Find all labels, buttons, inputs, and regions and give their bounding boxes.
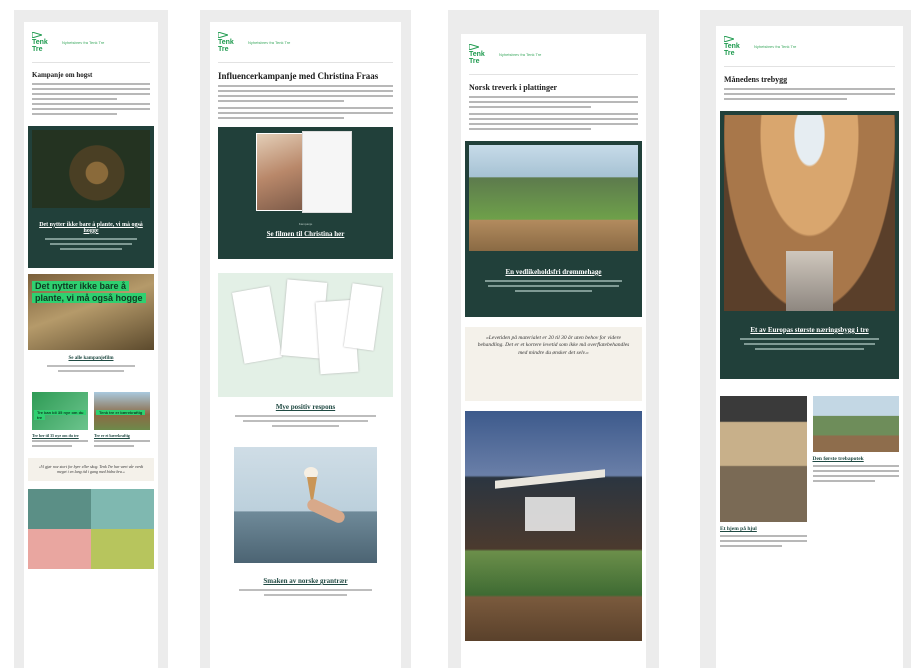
video-link[interactable]: Se filmen til Christina her — [218, 230, 393, 238]
product-link[interactable]: Smaken av norske grantrær — [210, 577, 401, 585]
newsletter-column-4: Tenk Tre Nyhetsbrev fra Tenk Tre Måneden… — [700, 10, 911, 668]
product-cabinet — [91, 528, 154, 569]
product-house — [91, 488, 154, 529]
hero-forest-image — [32, 129, 150, 208]
section-label — [724, 104, 895, 107]
video-thumbnail — [250, 129, 362, 217]
link-block: Se alle kampanjefilm — [24, 350, 158, 381]
item-left-image: Tre kan bli 35 nye om du tre — [32, 391, 88, 430]
video-label: Kampanje — [298, 222, 313, 227]
newsletter-title: Norsk treverk i plattinger — [469, 82, 558, 92]
newsletter-card-3: Tenk Tre Nyhetsbrev fra Tenk Tre Norsk t… — [461, 34, 646, 668]
logo-arrow-icon — [32, 32, 42, 38]
campaign-poster: Det nytter ikke bare å plante, vi må ogs… — [28, 273, 154, 350]
brand-logo: Tenk Tre — [469, 44, 491, 66]
quote-block: «Vi gjør noe stort for byer eller skog. … — [28, 457, 154, 481]
newsletter-card-1: Tenk Tre Nyhetsbrev fra Tenk Tre Kampanj… — [24, 22, 158, 668]
item-left: Et hjem på hjul — [720, 395, 807, 550]
garden-image — [469, 144, 638, 251]
response-link[interactable]: Mye positiv respons — [210, 403, 401, 411]
newsletter-card-2: Tenk Tre Nyhetsbrev fra Tenk Tre Influen… — [210, 22, 401, 668]
two-column-items: Et hjem på hjul Den første trebapotek — [716, 395, 903, 550]
newsletter-column-2: Tenk Tre Nyhetsbrev fra Tenk Tre Influen… — [200, 10, 411, 668]
logo-arrow-icon — [724, 36, 734, 42]
divider — [469, 73, 638, 75]
two-column-items: Tre kan bli 35 nye om du tre Tre ber til… — [24, 391, 158, 450]
item-right: Den første trebapotek — [812, 395, 900, 550]
newsletter-header: Tenk Tre Nyhetsbrev fra Tenk Tre — [210, 22, 401, 54]
icecream-image — [234, 447, 377, 564]
body-text — [32, 82, 150, 115]
body-text — [469, 95, 638, 108]
brand-tagline: Nyhetsbrev fra Tenk Tre — [754, 44, 797, 49]
section-label — [469, 134, 638, 137]
pharmacy-link[interactable]: Den første trebapotek — [813, 456, 900, 462]
product-table — [28, 488, 91, 529]
garden-card: En vedlikeholdsfri drømmehage — [465, 140, 642, 317]
item-right-tile-text: Tenk tre er bærekraftig — [96, 409, 146, 415]
product-grid — [28, 488, 154, 569]
newsletter-card-4: Tenk Tre Nyhetsbrev fra Tenk Tre Måneden… — [716, 26, 903, 668]
section-label — [32, 119, 150, 122]
pharmacy-image — [812, 395, 899, 452]
video-block: Kampanje Se filmen til Christina her — [218, 127, 393, 260]
brand-tagline: Nyhetsbrev fra Tenk Tre — [499, 52, 542, 57]
building-link[interactable]: Et av Europas største næringsbygg i tre — [720, 326, 899, 334]
campaign-films-link[interactable]: Se alle kampanjefilm — [24, 356, 158, 361]
quote-block: «Levetiden på materialet er 20 til 30 år… — [465, 326, 642, 401]
body-text — [218, 85, 393, 103]
tiny-house-image — [720, 395, 807, 522]
screenshots-collage — [218, 273, 393, 398]
body-text — [724, 87, 895, 100]
section-label — [32, 385, 150, 388]
response-block: Mye positiv respons — [210, 397, 401, 436]
brand-tagline: Nyhetsbrev fra Tenk Tre — [62, 40, 105, 45]
newsletter-header: Tenk Tre Nyhetsbrev fra Tenk Tre — [461, 34, 646, 66]
newsletter-title: Kampanje om hogst — [32, 70, 93, 79]
product-easel — [28, 528, 91, 569]
newsletter-header: Tenk Tre Nyhetsbrev fra Tenk Tre — [716, 26, 903, 58]
newsletter-column-3: Tenk Tre Nyhetsbrev fra Tenk Tre Norsk t… — [448, 10, 659, 668]
quote-text: «Levetiden på materialet er 20 til 30 år… — [477, 334, 630, 356]
hero-block: Det nytter ikke bare å plante, vi må ogs… — [28, 125, 154, 268]
poster-text: Det nytter ikke bare å plante, vi må ogs… — [32, 280, 146, 303]
evening-deck-image — [465, 410, 642, 641]
phone-comments — [301, 131, 352, 214]
product-block: Smaken av norske grantrær — [210, 563, 401, 605]
logo-arrow-icon — [218, 32, 228, 38]
tiny-house-link[interactable]: Et hjem på hjul — [720, 526, 807, 532]
quote-text: «Vi gjør noe stort for byer eller skog. … — [38, 463, 144, 475]
newsletter-title: Månedens trebygg — [724, 74, 788, 84]
section-label — [724, 389, 895, 392]
divider — [218, 61, 393, 63]
brand-tagline: Nyhetsbrev fra Tenk Tre — [248, 40, 291, 45]
newsletter-column-1: Tenk Tre Nyhetsbrev fra Tenk Tre Kampanj… — [14, 10, 168, 668]
logo-arrow-icon — [469, 44, 479, 50]
item-left-title[interactable]: Tre ber til 35 nye om du tre — [32, 433, 88, 438]
divider — [724, 65, 895, 67]
phone-photo — [255, 133, 308, 212]
brand-logo: Tenk Tre — [724, 36, 746, 58]
newsletter-header: Tenk Tre Nyhetsbrev fra Tenk Tre — [24, 22, 158, 54]
brand-logo: Tenk Tre — [218, 32, 240, 54]
building-card: Et av Europas største næringsbygg i tre — [720, 110, 899, 379]
item-left-tile-text: Tre kan bli 35 nye om du tre — [34, 409, 87, 421]
garden-link[interactable]: En vedlikeholdsfri drømmehage — [465, 268, 642, 276]
item-right-image: Tenk tre er bærekraftig — [94, 391, 150, 430]
hero-title-link[interactable]: Det nytter ikke bare å plante, vi må ogs… — [34, 222, 148, 234]
divider — [32, 61, 150, 63]
item-right: Tenk tre er bærekraftig Tre er et bærekr… — [94, 391, 150, 450]
item-right-title[interactable]: Tre er et bærekraftig — [94, 433, 150, 438]
brand-logo: Tenk Tre — [32, 32, 54, 54]
hero-text — [40, 237, 142, 250]
item-left: Tre kan bli 35 nye om du tre Tre ber til… — [32, 391, 88, 450]
building-atrium-image — [724, 114, 895, 311]
newsletter-title: Influencerkampanje med Christina Fraas — [218, 70, 379, 81]
section-label — [218, 440, 393, 443]
